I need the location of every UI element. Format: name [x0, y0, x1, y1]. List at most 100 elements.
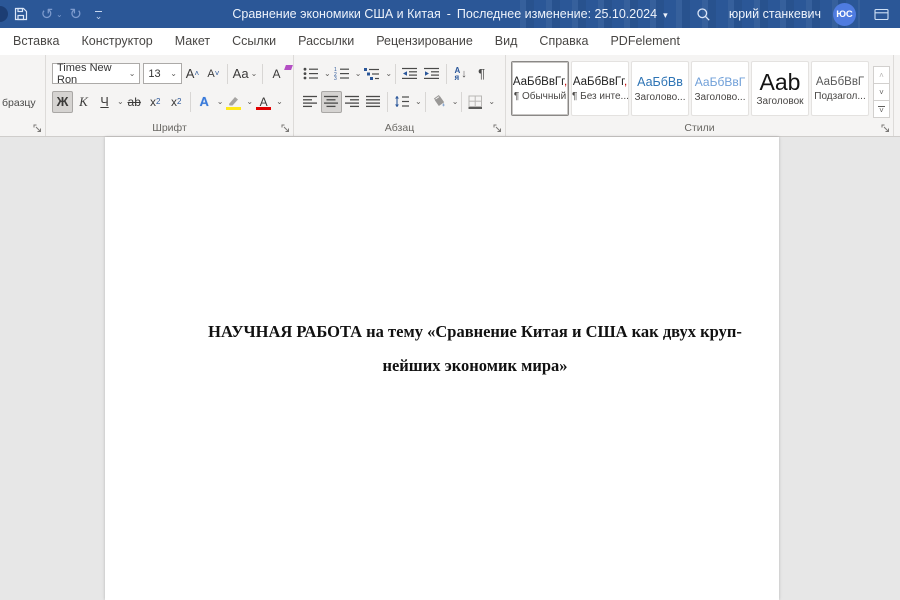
shading-dropdown-icon[interactable]: ⌄ — [452, 97, 459, 106]
doc-title-line1: НАУЧНАЯ РАБОТА на тему «Сравнение Китая … — [208, 322, 742, 341]
user-name[interactable]: юрий станкевич — [729, 7, 821, 21]
paragraph-group: ⌄ 123 ⌄ ⌄ Ая ↓ ¶ ⌄ ⌄ ⌄ Абзац — [294, 55, 506, 136]
highlight-dropdown-icon[interactable]: ⌄ — [246, 97, 253, 106]
document-title: Сравнение экономики США и Китая — [232, 7, 441, 21]
title-bar: ↺ ⌄ ↻ ⌄ Сравнение экономики США и Китая … — [0, 0, 900, 28]
font-color-bar — [256, 106, 272, 110]
font-name-value: Times New Ron — [57, 61, 112, 86]
styles-scroll-down-icon[interactable]: ˅ — [873, 83, 890, 101]
tab-view[interactable]: Вид — [484, 28, 529, 55]
document-page[interactable]: НАУЧНАЯ РАБОТА на тему «Сравнение Китая … — [105, 137, 779, 600]
styles-scroll-up-icon[interactable]: ˄ — [873, 66, 890, 84]
paragraph-group-label: Абзац — [384, 122, 415, 134]
justify-button[interactable] — [363, 91, 384, 113]
numbering-dropdown-icon[interactable]: ⌄ — [355, 69, 362, 78]
tab-references[interactable]: Ссылки — [221, 28, 287, 55]
font-name-combo[interactable]: Times New Ron ⌄ — [52, 61, 141, 86]
style-heading2[interactable]: АаБбВвГ Заголово... — [691, 61, 749, 116]
title-dropdown-icon[interactable]: ▾ — [663, 10, 668, 21]
tab-design[interactable]: Конструктор — [70, 28, 163, 55]
tab-layout[interactable]: Макет — [164, 28, 221, 55]
clipboard-group: бразцу — [0, 55, 46, 136]
autosave-toggle-partial-icon[interactable] — [0, 6, 8, 22]
numbering-button[interactable]: 123 — [331, 63, 353, 85]
font-group: Times New Ron ⌄ 13 ⌄ А ˄ А ˅ Аа ⌄ А Ж К Ч ⌄ — [46, 55, 294, 136]
underline-dropdown-icon[interactable]: ⌄ — [117, 97, 124, 106]
tab-mailings[interactable]: Рассылки — [287, 28, 365, 55]
chevron-down-icon: ⌄ — [128, 69, 136, 78]
quick-access-toolbar: ↺ ⌄ ↻ ⌄ — [0, 0, 102, 28]
style-subtitle[interactable]: АаБбВвГ Подзагол... — [811, 61, 869, 116]
bold-button[interactable]: Ж — [52, 90, 73, 113]
shading-button[interactable] — [429, 91, 450, 113]
line-spacing-button[interactable] — [391, 91, 413, 113]
align-left-button[interactable] — [300, 91, 321, 113]
borders-button[interactable] — [465, 91, 486, 113]
ribbon-display-options-icon[interactable] — [868, 0, 894, 28]
shrink-font-button[interactable]: А ˅ — [203, 63, 224, 85]
redo-icon[interactable]: ↻ — [63, 0, 89, 28]
highlighter-pen-icon — [229, 97, 239, 106]
subscript-button[interactable]: x2 — [145, 91, 166, 113]
avatar[interactable]: ЮС — [833, 2, 856, 26]
sort-button[interactable]: Ая ↓ — [450, 63, 471, 85]
document-title-paragraph[interactable]: НАУЧНАЯ РАБОТА на тему «Сравнение Китая … — [189, 315, 761, 383]
customize-quick-access-icon[interactable]: ⌄ — [95, 10, 102, 20]
underline-button[interactable]: Ч — [94, 91, 115, 113]
bullets-button[interactable] — [300, 63, 322, 85]
multilevel-dropdown-icon[interactable]: ⌄ — [385, 69, 392, 78]
style-no-spacing[interactable]: АаБбВвГг, ¶ Без инте... — [571, 61, 629, 116]
font-color-button[interactable]: А — [253, 91, 274, 113]
clear-formatting-button[interactable]: А — [266, 63, 293, 85]
paragraph-dialog-launcher-icon[interactable] — [493, 124, 502, 133]
styles-gallery-more-icon[interactable]: ˅ — [873, 100, 890, 118]
tab-help[interactable]: Справка — [528, 28, 599, 55]
strikethrough-button[interactable]: ab — [124, 91, 145, 113]
superscript-button[interactable]: x2 — [166, 91, 187, 113]
save-icon[interactable] — [8, 0, 34, 28]
tab-pdfelement[interactable]: PDFelement — [599, 28, 690, 55]
font-size-combo[interactable]: 13 ⌄ — [143, 63, 182, 84]
grow-font-button[interactable]: А ˄ — [182, 63, 203, 85]
highlight-button[interactable] — [223, 91, 244, 113]
text-effects-button[interactable]: А — [194, 91, 215, 113]
text-effects-dropdown-icon[interactable]: ⌄ — [217, 97, 224, 106]
down-arrow-icon: ↓ — [461, 67, 467, 80]
increase-indent-button[interactable] — [421, 63, 443, 85]
undo-dropdown-icon[interactable]: ⌄ — [56, 10, 63, 19]
tab-review[interactable]: Рецензирование — [365, 28, 484, 55]
styles-dialog-launcher-icon[interactable] — [881, 124, 890, 133]
clipboard-dialog-launcher-icon[interactable] — [33, 124, 42, 133]
doc-title-line2: нейших экономик мира» — [382, 356, 568, 375]
format-painter-label[interactable]: бразцу — [2, 97, 36, 109]
tab-insert[interactable]: Вставка — [2, 28, 70, 55]
ribbon-tab-row: Вставка Конструктор Макет Ссылки Рассылк… — [0, 28, 900, 55]
italic-button[interactable]: К — [73, 91, 94, 113]
align-right-button[interactable] — [342, 91, 363, 113]
chevron-down-icon: ⌄ — [170, 69, 177, 78]
styles-group: АаБбВвГг, ¶ Обычный АаБбВвГг, ¶ Без инте… — [506, 55, 894, 136]
ribbon: бразцу Times New Ron ⌄ 13 ⌄ А ˄ А ˅ Аа ⌄… — [0, 55, 900, 137]
line-spacing-dropdown-icon[interactable]: ⌄ — [415, 97, 422, 106]
styles-gallery-scroll: ˄ ˅ ˅ — [873, 66, 890, 118]
multilevel-list-button[interactable] — [361, 63, 383, 85]
bullets-dropdown-icon[interactable]: ⌄ — [324, 69, 331, 78]
eraser-icon — [284, 64, 293, 70]
highlight-color-bar — [226, 106, 242, 110]
align-center-button[interactable] — [321, 90, 342, 113]
decrease-indent-button[interactable] — [399, 63, 421, 85]
show-formatting-marks-button[interactable]: ¶ — [471, 63, 492, 85]
font-color-dropdown-icon[interactable]: ⌄ — [276, 97, 283, 106]
font-size-value: 13 — [148, 67, 161, 80]
change-case-button[interactable]: Аа ⌄ — [231, 63, 259, 85]
title-separator: - — [446, 7, 451, 21]
font-group-label: Шрифт — [152, 122, 187, 134]
style-heading1[interactable]: АаБбВв Заголово... — [631, 61, 689, 116]
document-area: НАУЧНАЯ РАБОТА на тему «Сравнение Китая … — [0, 137, 900, 600]
borders-dropdown-icon[interactable]: ⌄ — [488, 97, 495, 106]
search-icon[interactable] — [691, 0, 717, 28]
svg-text:3: 3 — [334, 76, 337, 80]
style-normal[interactable]: АаБбВвГг, ¶ Обычный — [511, 61, 569, 116]
style-title[interactable]: Аab Заголовок — [751, 61, 809, 116]
font-dialog-launcher-icon[interactable] — [281, 124, 290, 133]
